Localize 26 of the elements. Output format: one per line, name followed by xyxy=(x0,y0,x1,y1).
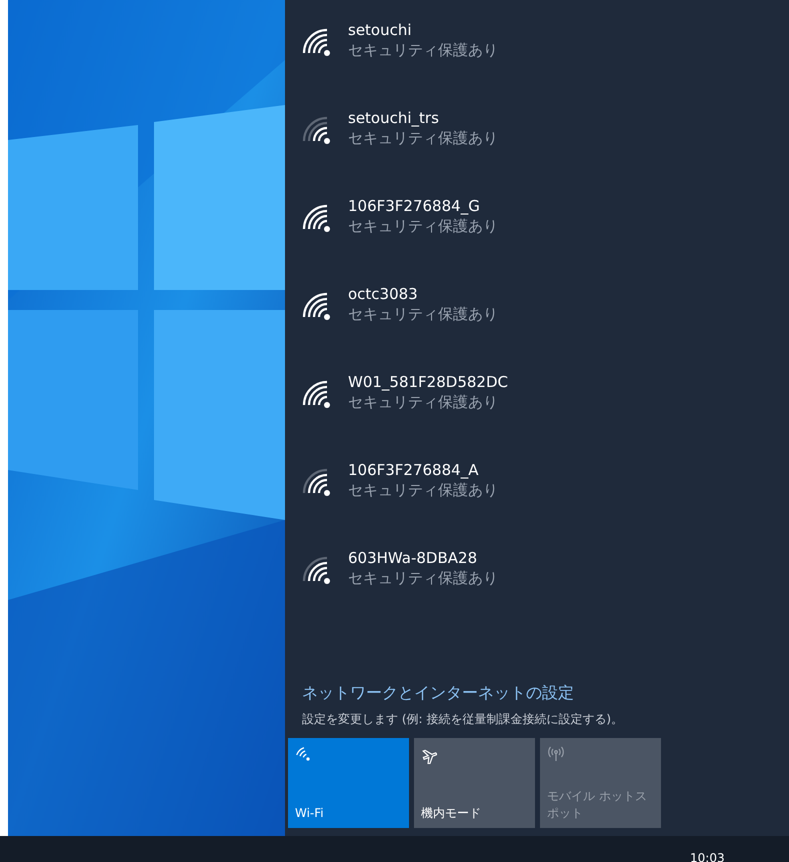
network-status: セキュリティ保護あり xyxy=(348,568,498,588)
settings-link[interactable]: ネットワークとインターネットの設定 xyxy=(302,682,574,704)
network-item[interactable]: 603HWa-8DBA28 セキュリティ保護あり xyxy=(285,548,789,636)
network-name: 603HWa-8DBA28 xyxy=(348,548,478,568)
network-item[interactable]: octc3083 セキュリティ保護あり xyxy=(285,284,789,372)
network-name: setouchi_trs xyxy=(348,108,440,128)
network-name: W01_581F28D582DC xyxy=(348,372,508,392)
network-name: octc3083 xyxy=(348,284,419,304)
network-name: 106F3F276884_G xyxy=(348,196,481,216)
network-name: 106F3F276884_A xyxy=(348,460,480,480)
network-item[interactable]: 106F3F276884_G セキュリティ保護あり xyxy=(285,196,789,284)
network-status: セキュリティ保護あり xyxy=(348,304,498,324)
network-item[interactable]: setouchi セキュリティ保護あり xyxy=(285,20,789,108)
network-status: セキュリティ保護あり xyxy=(348,40,498,60)
network-status: セキュリティ保護あり xyxy=(348,216,498,236)
network-status: セキュリティ保護あり xyxy=(348,128,498,148)
quick-action-tile[interactable]: Wi-Fi xyxy=(288,738,409,828)
network-status: セキュリティ保護あり xyxy=(348,392,499,412)
network-status: セキュリティ保護あり xyxy=(348,480,498,500)
network-name: setouchi xyxy=(348,20,413,40)
settings-description: 設定を変更します (例: 接続を従量制課金接続に設定する)。 xyxy=(302,711,624,728)
network-item[interactable]: 106F3F276884_A セキュリティ保護あり xyxy=(285,460,789,548)
network-item[interactable]: setouchi_trs セキュリティ保護あり xyxy=(285,108,789,196)
network-item[interactable]: W01_581F28D582DC セキュリティ保護あり xyxy=(285,372,789,460)
clock[interactable]: 10:03 xyxy=(690,851,725,862)
quick-action-tile[interactable]: 機内モード xyxy=(414,738,535,828)
